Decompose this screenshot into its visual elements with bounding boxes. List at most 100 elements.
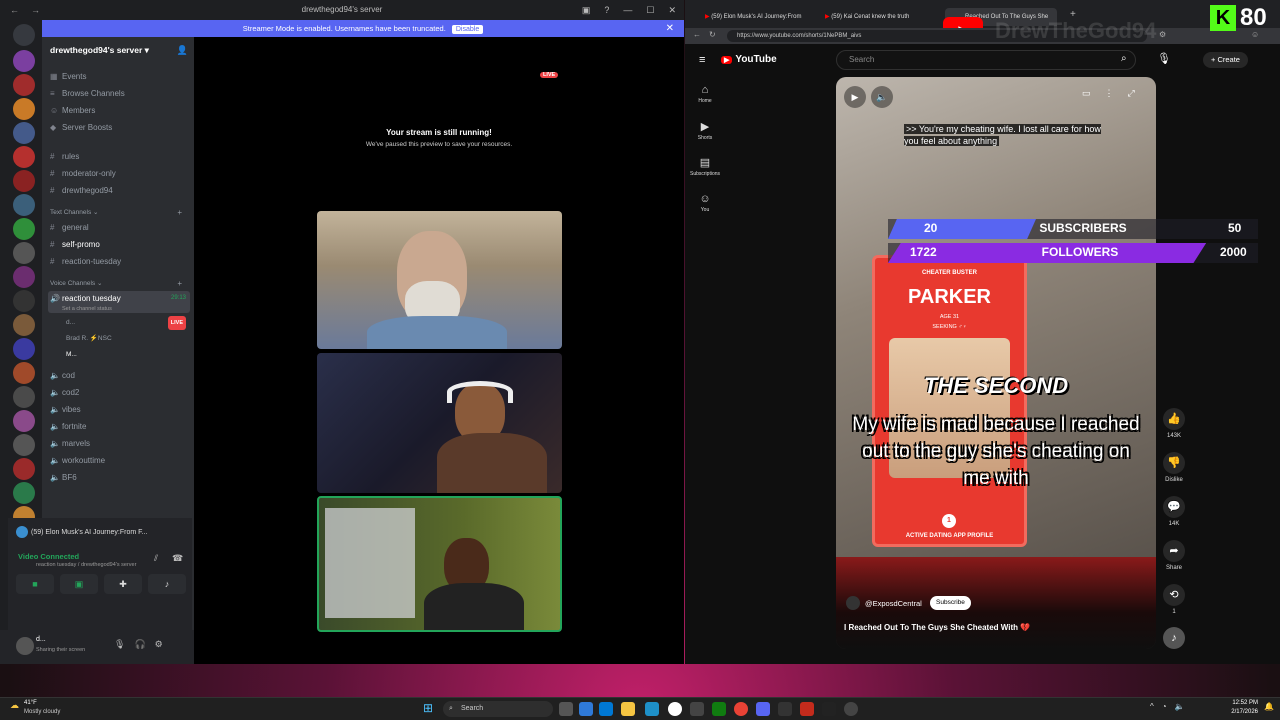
nav-shorts[interactable]: ▶ Shorts [685, 120, 725, 141]
voice-channels-category[interactable]: Voice Channels ⌄ + [50, 278, 190, 290]
menu-icon[interactable]: ≡ [699, 54, 705, 66]
settings-icon[interactable]: ⚙ [155, 639, 163, 650]
comments-button[interactable]: 💬 14K [1162, 496, 1186, 527]
app-icon[interactable] [668, 702, 682, 716]
server-icon[interactable] [13, 242, 35, 264]
server-icon[interactable] [13, 314, 35, 336]
members-item[interactable]: ☺ Members [50, 103, 190, 118]
app-icon[interactable] [844, 702, 858, 716]
extensions-icon[interactable]: ⚙ [1159, 30, 1166, 39]
minimize-icon[interactable]: — [623, 0, 632, 20]
server-icon[interactable] [13, 170, 35, 192]
channel-self-promo[interactable]: # self-promo [50, 237, 190, 252]
voice-channel-bf6[interactable]: 🔈 BF6 [50, 470, 190, 485]
more-icon[interactable]: ⋮ [1105, 88, 1114, 99]
dislike-button[interactable]: 👎 Dislike [1162, 452, 1186, 483]
voice-channel-cod[interactable]: 🔈 cod [50, 368, 190, 383]
server-boosts-item[interactable]: ◆ Server Boosts [50, 120, 190, 135]
server-icon[interactable] [13, 50, 35, 72]
activities-icon[interactable]: ✚ [104, 574, 142, 594]
channel-name[interactable]: @ExposdCentral [865, 599, 922, 608]
fullscreen-icon[interactable]: ⤢ [1128, 88, 1135, 99]
server-icon[interactable] [13, 386, 35, 408]
webcam-tile-1[interactable] [317, 211, 562, 349]
close-icon[interactable]: ✕ [668, 0, 676, 20]
voice-channel-fortnite[interactable]: 🔈 fortnite [50, 419, 190, 434]
voice-channel-marvels[interactable]: 🔈 marvels [50, 436, 190, 451]
close-banner-icon[interactable]: ✕ [666, 20, 674, 37]
app-icon[interactable] [822, 702, 836, 716]
voice-user[interactable]: Brad R. ⚡NSC [66, 332, 190, 346]
webcam-tile-3[interactable] [317, 496, 562, 632]
now-playing[interactable]: (59) Elon Musk's AI Journey:From F... [16, 524, 186, 542]
server-icon[interactable] [13, 362, 35, 384]
server-icon[interactable] [13, 290, 35, 312]
screen-share-icon[interactable]: ▣ [60, 574, 98, 594]
like-button[interactable]: 👍 143K [1162, 408, 1186, 439]
edge-icon[interactable] [579, 702, 593, 716]
search-icon[interactable]: ⌕ [1121, 53, 1127, 64]
voice-channel-vibes[interactable]: 🔈 vibes [50, 402, 190, 417]
store-icon[interactable] [599, 702, 613, 716]
nav-subscriptions[interactable]: ▤ Subscriptions [685, 156, 725, 177]
subscribe-button[interactable]: Subscribe [930, 596, 971, 610]
voice-user[interactable]: d... LIVE [66, 316, 190, 330]
voice-channel-cod2[interactable]: 🔈 cod2 [50, 385, 190, 400]
discord-icon[interactable] [756, 702, 770, 716]
avatar[interactable] [16, 637, 34, 655]
volume-icon[interactable]: 🔈 [871, 86, 893, 108]
channel-reaction-tuesday[interactable]: # reaction-tuesday [50, 254, 190, 269]
headphones-icon[interactable]: 🎧 [134, 639, 145, 650]
server-name[interactable]: drewthegod94's server ▾ 👤 [50, 41, 190, 59]
webcam-tile-2[interactable] [317, 353, 562, 493]
explorer-icon[interactable] [621, 702, 635, 716]
server-icon[interactable] [13, 218, 35, 240]
start-icon[interactable]: ⊞ [423, 701, 437, 715]
disable-button[interactable]: Disable [451, 25, 484, 34]
app-icon[interactable] [800, 702, 814, 716]
back-icon[interactable]: ← [693, 30, 701, 39]
weather-icon[interactable]: ☁ [10, 700, 19, 711]
noise-icon[interactable]: ⫽ [154, 553, 158, 564]
voice-user[interactable]: M... [66, 348, 190, 362]
server-icon[interactable] [13, 194, 35, 216]
clock-time[interactable]: 12:52 PM [1218, 700, 1258, 706]
sound-button[interactable]: ♪ [1162, 627, 1186, 652]
remix-button[interactable]: ⟲ 1 [1162, 584, 1186, 615]
notifications-icon[interactable]: 🔔 [1264, 702, 1274, 711]
add-voice-icon[interactable]: + [177, 278, 182, 290]
text-channels-category[interactable]: Text Channels ⌄ + [50, 207, 190, 219]
volume-icon[interactable]: 🔈 [1175, 702, 1185, 711]
nav-you[interactable]: ☺ You [685, 193, 725, 213]
discord-home-icon[interactable] [13, 24, 35, 46]
server-icon[interactable] [13, 122, 35, 144]
server-icon[interactable] [13, 434, 35, 456]
chrome-icon[interactable] [734, 702, 748, 716]
help-icon[interactable]: ? [604, 0, 609, 20]
obs-icon[interactable] [778, 702, 792, 716]
server-icon[interactable] [13, 74, 35, 96]
create-button[interactable]: + Create [1203, 52, 1248, 68]
xbox-icon[interactable] [712, 702, 726, 716]
server-icon[interactable] [13, 266, 35, 288]
inbox-icon[interactable]: ▣ [582, 0, 591, 20]
forward-icon[interactable]: → [31, 0, 40, 20]
captions-icon[interactable]: ▭ [1082, 88, 1091, 99]
task-view-icon[interactable] [559, 702, 573, 716]
camera-icon[interactable]: ■ [16, 574, 54, 594]
search-input[interactable]: Search [836, 50, 1136, 70]
soundboard-icon[interactable]: ♪ [148, 574, 186, 594]
shorts-player[interactable]: ▶ 🔈 ▭ ⋮ ⤢ >> You're my cheating wife. I lo… [836, 77, 1156, 649]
browse-channels-item[interactable]: ≡ Browse Channels [50, 86, 190, 101]
channel-drewthegod94[interactable]: # drewthegod94 [50, 183, 190, 198]
network-icon[interactable]: ◔ [1162, 702, 1167, 711]
voice-channel-active[interactable]: 🔊 reaction tuesday 29:13 Set a channel st… [48, 291, 190, 313]
youtube-logo[interactable]: ▶ YouTube [721, 54, 777, 65]
server-icon[interactable] [13, 98, 35, 120]
play-icon[interactable]: ▶ [844, 86, 866, 108]
tray-chevron-icon[interactable]: ^ [1150, 702, 1154, 711]
taskbar-search[interactable]: ⌕ Search [443, 701, 553, 717]
server-icon[interactable] [13, 458, 35, 480]
mic-search-icon[interactable]: 🎙 [1157, 52, 1171, 65]
server-icon[interactable] [13, 146, 35, 168]
